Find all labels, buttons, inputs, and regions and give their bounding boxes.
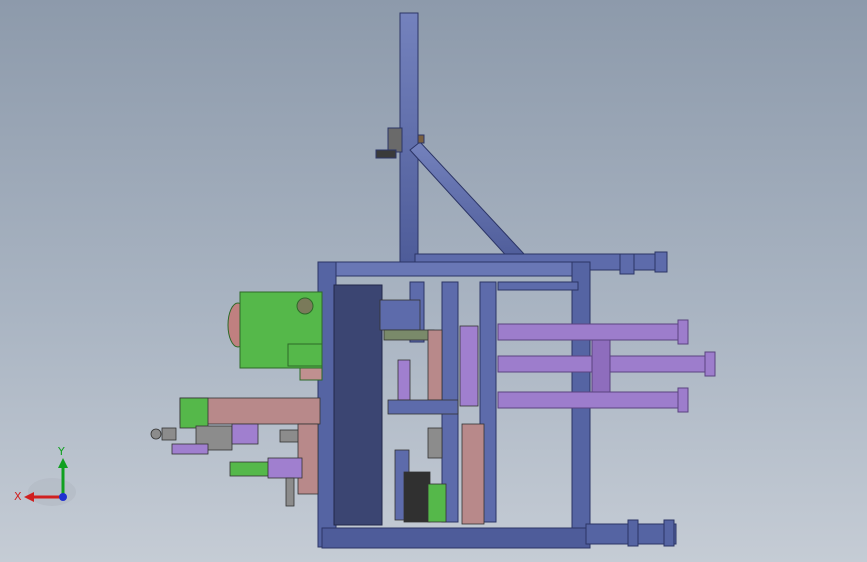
green-motor [227,291,323,381]
bottom-beams [585,519,677,547]
purple-arms [497,319,716,413]
cad-viewport[interactable]: Y X [0,0,867,562]
z-axis-dot [59,493,67,501]
left-assembly [150,397,321,507]
upright-mast [375,12,526,264]
x-axis-label: X [14,490,22,503]
machine-assembly-model: Y X [14,12,716,549]
rear-panel [333,284,383,526]
coordinate-triad: Y X [14,445,76,506]
inner-mechanism [379,299,485,525]
y-axis-label: Y [57,445,65,458]
